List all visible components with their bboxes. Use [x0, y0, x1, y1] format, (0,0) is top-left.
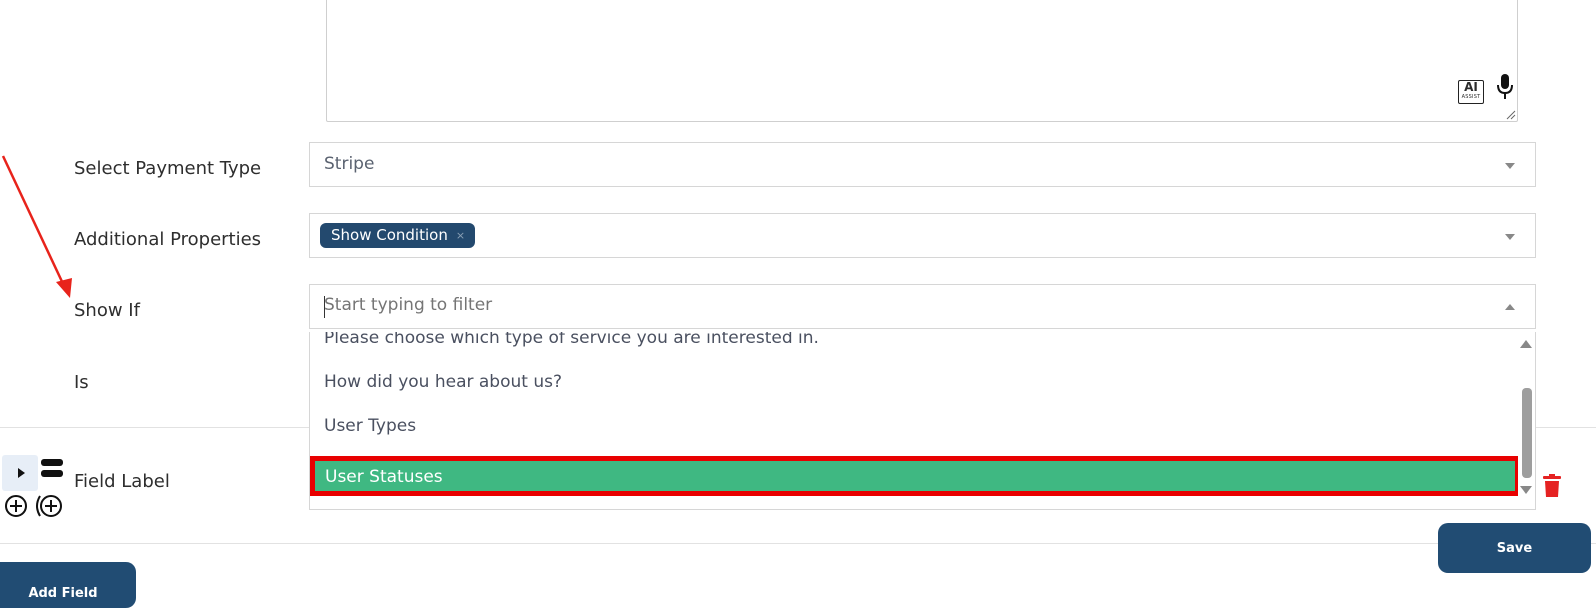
show-if-filter-input[interactable] [324, 295, 1224, 315]
chevron-up-icon[interactable] [1505, 304, 1515, 310]
add-field-button[interactable]: Add Field [0, 562, 136, 608]
selected-option-label: User Statuses [325, 467, 443, 487]
dropdown-option[interactable]: User Types [324, 416, 416, 436]
add-circle-icon[interactable] [4, 494, 28, 518]
field-label-label: Field Label [74, 471, 170, 492]
save-button[interactable]: Save [1438, 523, 1591, 573]
payment-type-value: Stripe [324, 154, 375, 174]
description-textarea[interactable] [326, 0, 1518, 122]
resize-grip-icon[interactable] [1506, 110, 1516, 120]
show-if-select[interactable] [309, 284, 1536, 329]
dropdown-option[interactable]: Please choose which type of service you … [324, 332, 819, 348]
scroll-up-icon[interactable] [1520, 340, 1532, 348]
scroll-down-icon[interactable] [1520, 486, 1532, 494]
ai-assist-icon[interactable]: AI ASSIST [1458, 80, 1484, 104]
dropdown-option[interactable]: How did you hear about us? [324, 372, 562, 392]
scrollbar-thumb[interactable] [1522, 388, 1532, 478]
show-if-label: Show If [74, 300, 140, 321]
is-label: Is [74, 372, 89, 393]
dropdown-option-selected[interactable]: User Statuses [310, 456, 1520, 496]
payment-type-label: Select Payment Type [74, 158, 262, 179]
payment-type-select[interactable]: Stripe [309, 142, 1536, 187]
dropdown-scrollbar[interactable] [1518, 332, 1535, 509]
add-condition-icon[interactable] [33, 494, 63, 518]
show-if-dropdown[interactable]: Please choose which type of service you … [309, 332, 1536, 510]
chevron-down-icon[interactable] [1505, 163, 1515, 169]
expand-arrow-icon[interactable] [2, 455, 38, 491]
chip-label: Show Condition [331, 226, 448, 244]
annotation-arrow [1, 155, 72, 298]
chevron-down-icon[interactable] [1505, 234, 1515, 240]
trash-icon[interactable] [1543, 474, 1561, 498]
section-divider [0, 543, 1596, 544]
text-cursor [324, 296, 325, 318]
microphone-icon[interactable] [1496, 74, 1514, 100]
chip-remove-icon[interactable]: × [456, 223, 465, 248]
additional-properties-select[interactable]: Show Condition × [309, 213, 1536, 258]
show-condition-chip[interactable]: Show Condition × [320, 223, 476, 248]
additional-properties-label: Additional Properties [74, 229, 262, 250]
drag-handle-icon[interactable] [41, 459, 63, 479]
